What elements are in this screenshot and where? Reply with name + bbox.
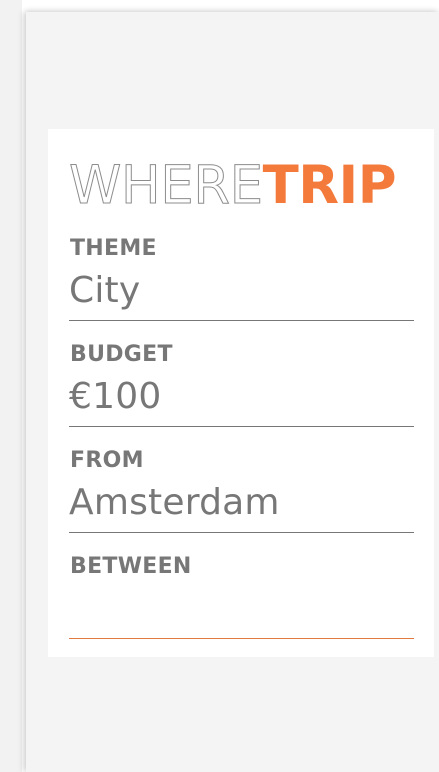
- wheretrip-logo: WHERETRIP: [69, 154, 397, 218]
- from-field[interactable]: FROM Amsterdam: [69, 448, 414, 533]
- from-input[interactable]: Amsterdam: [69, 479, 414, 527]
- budget-field[interactable]: BUDGET €100: [69, 342, 414, 427]
- between-input[interactable]: [69, 585, 414, 633]
- from-label: FROM: [70, 448, 144, 473]
- budget-input[interactable]: €100: [69, 373, 414, 421]
- logo-word-where: WHERE: [69, 155, 264, 217]
- theme-label: THEME: [70, 236, 157, 261]
- logo-word-trip: TRIP: [262, 155, 397, 216]
- between-field[interactable]: BETWEEN: [69, 554, 414, 639]
- budget-label: BUDGET: [70, 342, 173, 367]
- between-label: BETWEEN: [70, 554, 192, 579]
- theme-input[interactable]: City: [69, 267, 414, 315]
- left-edge-strip: [0, 0, 22, 772]
- theme-field[interactable]: THEME City: [69, 236, 414, 321]
